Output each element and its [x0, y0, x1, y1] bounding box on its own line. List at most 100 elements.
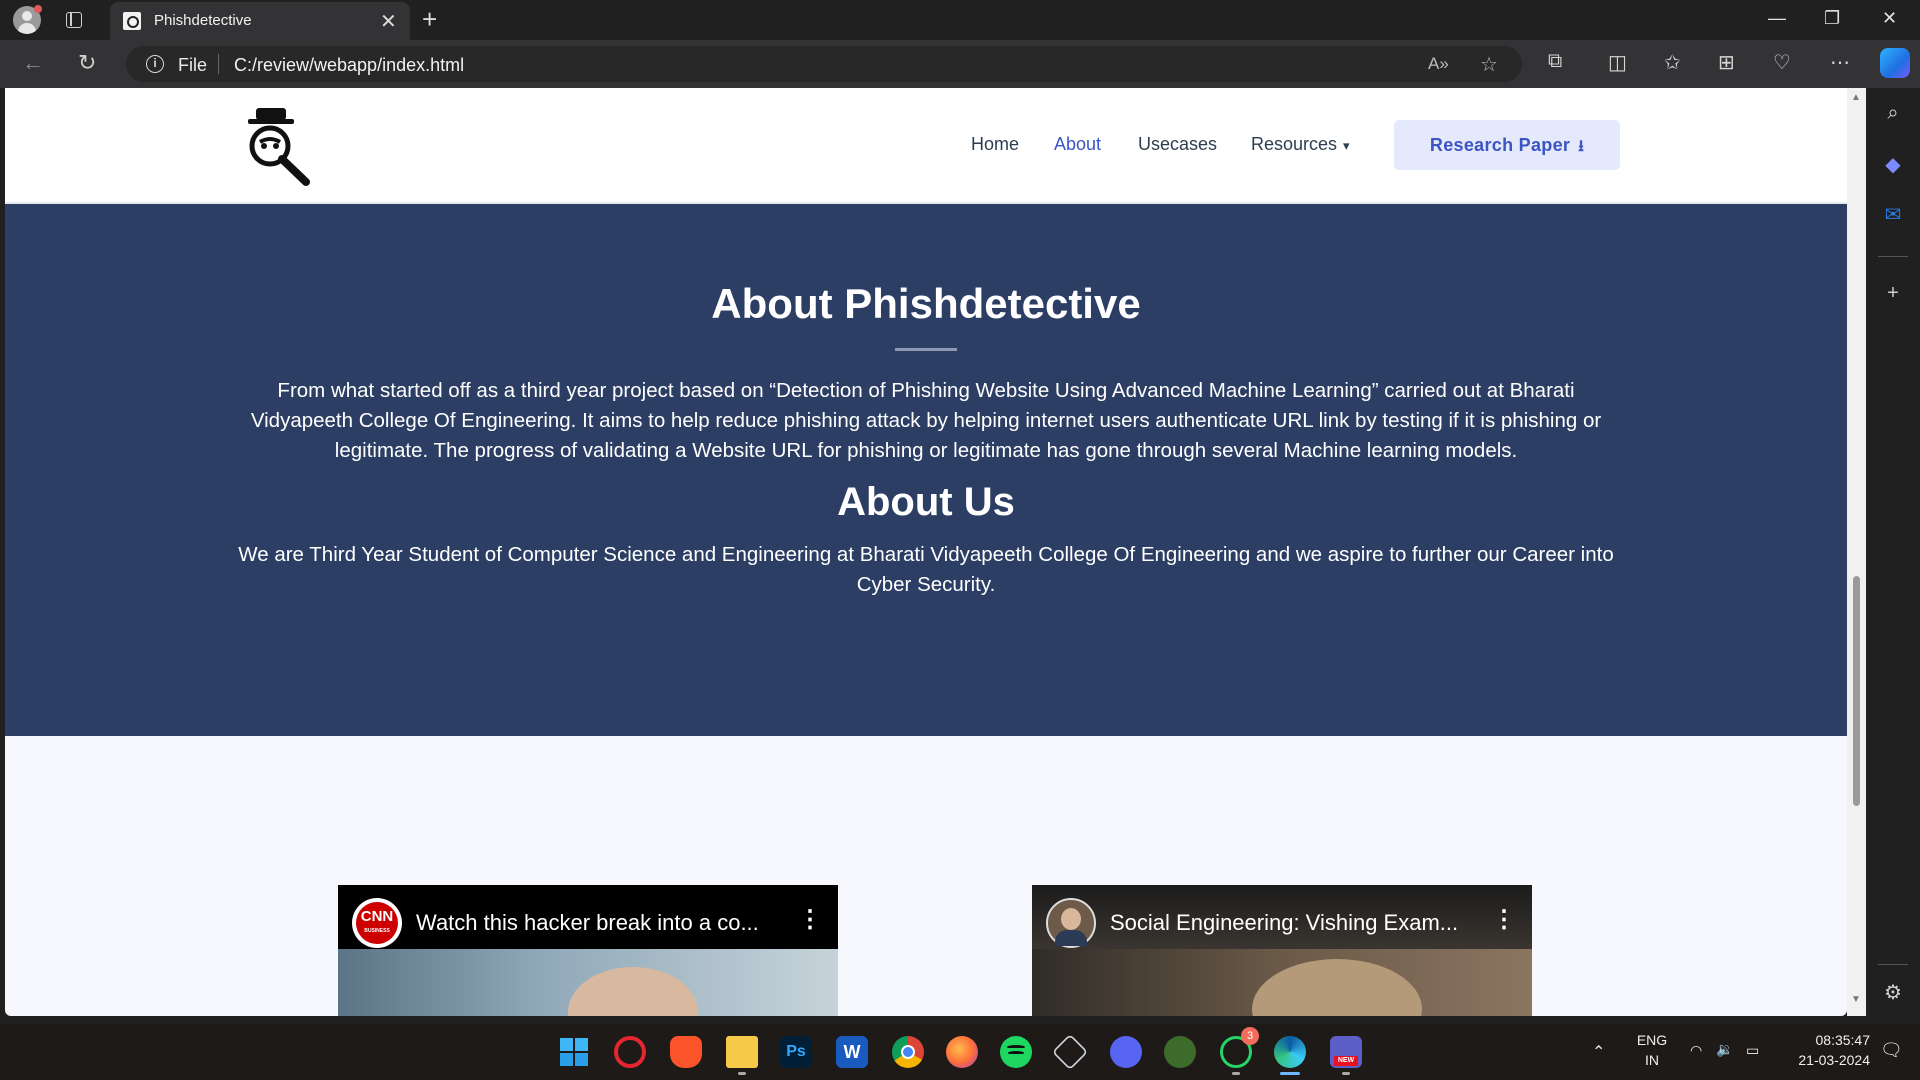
edge-icon[interactable] — [1274, 1036, 1306, 1068]
scroll-down-arrow-icon[interactable]: ▼ — [1851, 994, 1861, 1005]
browser-essentials-icon[interactable]: ♡ — [1773, 50, 1791, 75]
whatsapp-badge: 3 — [1241, 1027, 1259, 1045]
video-title[interactable]: Social Engineering: Vishing Exam... — [1110, 910, 1458, 936]
video-embed-vishing[interactable]: Social Engineering: Vishing Exam... ⋮ — [1032, 885, 1532, 1016]
split-screen-icon[interactable]: ◫ — [1608, 50, 1627, 75]
video-embed-cnn[interactable]: CNN BUSINESS Watch this hacker break int… — [338, 885, 838, 1016]
minimize-icon[interactable]: — — [1768, 8, 1786, 29]
tab-title: Phishdetective — [154, 12, 252, 29]
tab-close-icon[interactable]: ✕ — [380, 9, 397, 34]
sidebar-add-icon[interactable]: + — [1882, 282, 1904, 304]
cnn-logo-subtext: BUSINESS — [364, 928, 390, 934]
tray-overflow-icon[interactable]: ⌃ — [1592, 1042, 1605, 1062]
spotify-icon[interactable] — [1000, 1036, 1032, 1068]
sidebar-search-icon[interactable]: ⌕ — [1882, 102, 1904, 124]
video-thumbnail — [1032, 949, 1532, 1016]
volume-icon[interactable]: 🔉 — [1716, 1041, 1733, 1058]
close-window-icon[interactable]: ✕ — [1882, 8, 1897, 29]
read-aloud-icon[interactable]: A» — [1428, 54, 1449, 74]
download-icon: ⭳ — [1578, 138, 1585, 155]
word-icon[interactable]: W — [836, 1036, 868, 1068]
teams-icon[interactable]: NEW — [1330, 1036, 1362, 1068]
collections-icon[interactable]: ⊞ — [1718, 50, 1735, 75]
nav-usecases[interactable]: Usecases — [1138, 134, 1217, 155]
video-thumbnail — [338, 949, 838, 1016]
clock-time[interactable]: 08:35:47 — [1780, 1032, 1871, 1048]
nav-about[interactable]: About — [1054, 134, 1101, 155]
about-description: From what started off as a third year pr… — [250, 379, 1602, 462]
address-bar[interactable]: i File C:/review/webapp/index.html A» ☆ — [126, 46, 1522, 82]
title-divider — [895, 348, 957, 351]
clock-date[interactable]: 21-03-2024 — [1780, 1052, 1870, 1068]
about-us-description: We are Third Year Student of Computer Sc… — [238, 543, 1614, 596]
phishdetective-logo[interactable] — [236, 106, 314, 188]
back-icon[interactable]: ← — [22, 50, 44, 76]
research-paper-button[interactable]: Research Paper ⭳ — [1394, 120, 1620, 170]
favorite-star-icon[interactable]: ☆ — [1480, 52, 1498, 77]
notifications-icon[interactable]: 🗨 — [1880, 1040, 1903, 1061]
sidebar-divider — [1878, 256, 1908, 257]
discord-icon[interactable] — [1110, 1036, 1142, 1068]
copilot-icon[interactable] — [1880, 48, 1910, 78]
scrollbar-thumb[interactable] — [1853, 576, 1860, 806]
photoshop-icon[interactable]: Ps — [780, 1036, 812, 1068]
page-viewport: Home About Usecases Resources ▾ Research … — [5, 88, 1847, 1016]
scroll-up-arrow-icon[interactable]: ▲ — [1851, 92, 1861, 103]
sidebar-divider — [1878, 964, 1908, 965]
about-us-title: About Us — [837, 480, 1015, 524]
browser-tab-bar: Phishdetective ✕ + — ❐ ✕ — [0, 0, 1920, 40]
address-scheme: File — [178, 55, 208, 75]
brave-icon[interactable] — [670, 1036, 702, 1068]
nav-resources[interactable]: Resources ▾ — [1251, 134, 1350, 155]
video-header: Social Engineering: Vishing Exam... ⋮ — [1032, 885, 1532, 949]
nav-home[interactable]: Home — [971, 134, 1019, 155]
region-indicator[interactable]: IN — [1636, 1052, 1668, 1068]
extensions-icon[interactable]: ⧉ — [1548, 50, 1562, 73]
file-explorer-icon[interactable] — [726, 1036, 758, 1068]
new-tab-icon[interactable]: + — [422, 4, 437, 35]
language-indicator[interactable]: ENG — [1636, 1032, 1668, 1048]
windows-taskbar: Ps W 3 NEW ⌃ ENG IN ◠ 🔉 ▭ 08:35:47 21-03… — [0, 1024, 1920, 1080]
about-title: About Phishdetective — [711, 280, 1141, 327]
profile-notification-dot — [34, 5, 42, 13]
chrome-icon[interactable] — [892, 1036, 924, 1068]
site-header: Home About Usecases Resources ▾ Research … — [5, 88, 1847, 204]
tab-favicon-icon — [123, 12, 141, 30]
site-info-icon[interactable]: i — [146, 55, 164, 73]
restore-icon[interactable]: ❐ — [1824, 8, 1840, 29]
running-indicator — [1232, 1072, 1240, 1075]
research-paper-label: Research Paper — [1429, 135, 1571, 155]
tab-actions-icon[interactable] — [66, 12, 82, 28]
more-options-icon[interactable]: ⋯ — [1830, 50, 1850, 75]
opera-icon[interactable] — [614, 1036, 646, 1068]
wifi-icon[interactable]: ◠ — [1690, 1042, 1702, 1059]
address-divider — [218, 54, 219, 74]
video-header: CNN BUSINESS Watch this hacker break int… — [338, 885, 838, 949]
video-menu-icon[interactable]: ⋮ — [1492, 905, 1516, 934]
active-indicator — [1280, 1072, 1300, 1075]
chevron-down-icon: ▾ — [1343, 138, 1350, 153]
sidebar-settings-icon[interactable]: ⚙ — [1882, 980, 1904, 1004]
page-scrollbar[interactable]: ▲ ▼ — [1847, 88, 1866, 1016]
video-menu-icon[interactable]: ⋮ — [798, 905, 822, 934]
cnn-channel-logo[interactable]: CNN BUSINESS — [352, 898, 402, 948]
running-indicator — [738, 1072, 746, 1075]
edge-sidebar: ⌕ ◆ ✉ + ⚙ — [1866, 88, 1920, 1018]
start-icon[interactable] — [558, 1036, 590, 1068]
channel-avatar[interactable] — [1046, 898, 1096, 948]
teams-new-badge: NEW — [1334, 1056, 1358, 1066]
firefox-icon[interactable] — [946, 1036, 978, 1068]
app-icon[interactable] — [1164, 1036, 1196, 1068]
battery-icon[interactable]: ▭ — [1746, 1042, 1759, 1059]
address-url[interactable]: C:/review/webapp/index.html — [234, 55, 464, 76]
cnn-logo-text: CNN — [360, 908, 394, 925]
sidebar-copilot-icon[interactable]: ◆ — [1882, 152, 1904, 176]
nav-resources-label: Resources — [1251, 134, 1338, 154]
browser-tab[interactable]: Phishdetective ✕ — [110, 2, 410, 40]
favorites-icon[interactable]: ✩ — [1664, 50, 1681, 75]
whatsapp-icon[interactable]: 3 — [1220, 1027, 1259, 1068]
refresh-icon[interactable]: ↻ — [78, 50, 96, 76]
virtualbox-icon[interactable] — [1051, 1033, 1089, 1071]
sidebar-outlook-icon[interactable]: ✉ — [1882, 202, 1904, 226]
video-title[interactable]: Watch this hacker break into a co... — [416, 910, 759, 936]
